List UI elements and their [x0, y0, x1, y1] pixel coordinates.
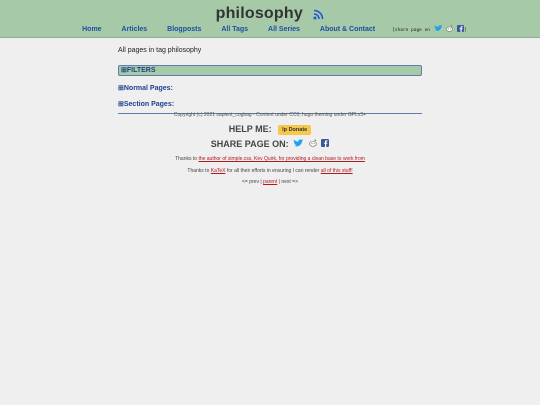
nav-all-tags[interactable]: All Tags [221, 26, 248, 33]
header-share: [share page on ] [392, 25, 467, 34]
nav-home[interactable]: Home [82, 26, 101, 33]
nav-about-contact[interactable]: About & Contact [320, 26, 375, 33]
filters-toggle[interactable]: ⊞FILTERS [118, 65, 422, 76]
thanks-simplecss: Thanks to the author of simple.css, Kev … [0, 156, 540, 162]
liberapay-icon: lp [282, 126, 288, 133]
all-of-this-link[interactable]: all of this stuff! [321, 168, 353, 174]
pager-next[interactable]: next => [281, 179, 298, 185]
section-pages-toggle[interactable]: ⊞Section Pages: [118, 100, 422, 109]
reddit-icon[interactable] [308, 139, 317, 149]
twitter-icon[interactable] [293, 138, 304, 150]
share-row: SHARE PAGE ON: [0, 139, 540, 150]
thanks-katex: Thanks to KaTeX for all their efforts in… [0, 168, 540, 174]
help-row: HELP ME: lp Donate [0, 124, 540, 135]
donate-button[interactable]: lp Donate [278, 124, 312, 135]
thanks1-prefix: Thanks to [175, 155, 199, 162]
nav-all-series[interactable]: All Series [268, 26, 300, 33]
main-content: All pages in tag philosophy ⊞FILTERS ⊞No… [118, 47, 422, 114]
normal-pages-toggle[interactable]: ⊞Normal Pages: [118, 84, 422, 93]
rss-icon[interactable] [313, 7, 324, 25]
reddit-icon[interactable] [446, 25, 454, 34]
thanks2-prefix: Thanks to [187, 167, 211, 174]
katex-link[interactable]: KaTeX [211, 168, 226, 174]
site-footer: Copyright (c) 2021 sapient_cogbag - Cont… [0, 112, 540, 185]
simplecss-link[interactable]: the author of simple.css, Kev Quirk, for… [198, 156, 364, 162]
help-label: HELP ME: [228, 124, 272, 134]
site-header: philosophy Home Articles Blogposts All T… [0, 0, 540, 38]
pager-prev[interactable]: <= prev [242, 179, 259, 185]
page-subtitle: All pages in tag philosophy [118, 47, 202, 54]
main-nav: Home Articles Blogposts All Tags All Ser… [0, 25, 540, 34]
site-title[interactable]: philosophy [216, 5, 303, 22]
copyright-text: Copyright (c) 2021 sapient_cogbag - Cont… [173, 112, 367, 118]
pager: <= prev | parent | next => [0, 179, 540, 185]
nav-blogposts[interactable]: Blogposts [167, 26, 201, 33]
title-row: philosophy [0, 5, 540, 25]
share-label: SHARE PAGE ON: [210, 138, 289, 149]
donate-label: Donate [288, 126, 308, 133]
facebook-icon[interactable] [457, 25, 465, 34]
thanks2-mid: for all their efforts in ensuring I can … [225, 167, 321, 174]
twitter-icon[interactable] [434, 25, 443, 34]
nav-articles[interactable]: Articles [122, 26, 148, 33]
header-share-label: share page on [394, 28, 431, 33]
facebook-icon[interactable] [321, 139, 330, 149]
pager-parent[interactable]: parent [263, 179, 277, 185]
